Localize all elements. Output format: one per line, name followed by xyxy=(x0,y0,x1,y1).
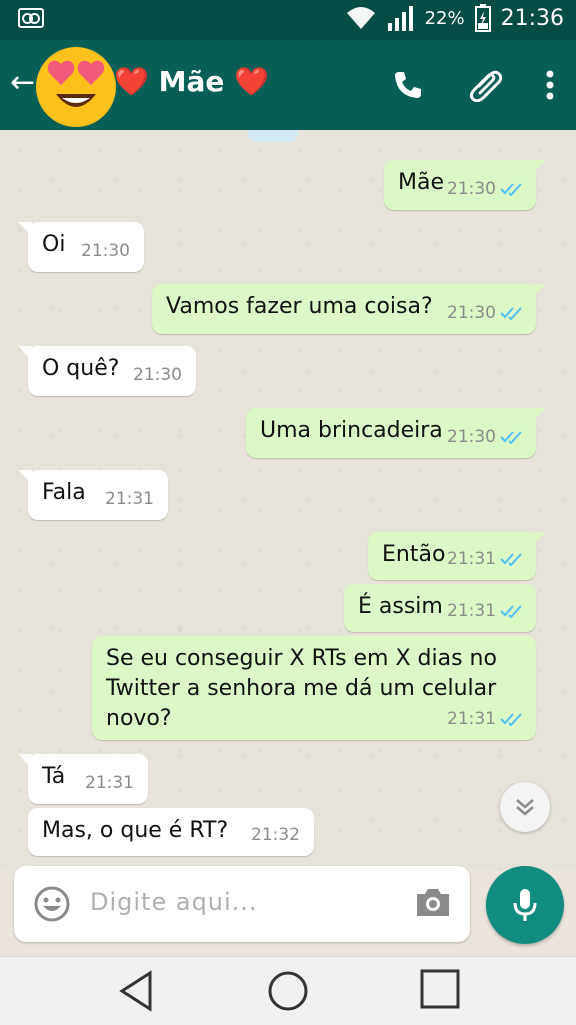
nav-recents-icon[interactable] xyxy=(420,969,460,1009)
emoji-icon[interactable] xyxy=(34,886,70,922)
wifi-icon xyxy=(346,7,375,29)
message-time: 21:30 xyxy=(447,298,524,328)
read-ticks-icon xyxy=(500,307,522,320)
message-input-bar[interactable]: Digite aqui... xyxy=(14,866,470,942)
message-bubble-in[interactable]: Mas, o que é RT? 21:32 xyxy=(28,808,314,856)
phone-icon[interactable] xyxy=(392,69,424,101)
message-time: 21:31 xyxy=(85,773,134,793)
signal-icon xyxy=(387,6,413,31)
chat-header: ← ❤️ Mãe ❤️ xyxy=(0,40,576,130)
message-input-placeholder[interactable]: Digite aqui... xyxy=(90,888,258,916)
header-actions xyxy=(392,68,554,102)
message-time: 21:31 xyxy=(105,489,154,509)
message-time: 21:30 xyxy=(447,174,524,204)
message-time: 21:30 xyxy=(133,365,182,385)
message-time: 21:31 xyxy=(447,544,524,574)
status-right: 22% 21:36 xyxy=(345,4,564,32)
message-bubble-out[interactable]: Vamos fazer uma coisa? 21:30 xyxy=(152,284,546,334)
message-time: 21:30 xyxy=(81,241,130,261)
paperclip-icon[interactable] xyxy=(468,68,502,102)
read-ticks-icon xyxy=(500,605,522,618)
mic-button[interactable] xyxy=(486,866,564,944)
message-bubble-in[interactable]: Tá 21:31 xyxy=(18,754,148,804)
double-chevron-down-icon xyxy=(516,799,534,816)
read-ticks-icon xyxy=(500,431,522,444)
date-chip xyxy=(248,130,298,142)
battery-icon xyxy=(474,4,491,32)
read-ticks-icon xyxy=(500,553,522,566)
camera-icon[interactable] xyxy=(414,886,452,918)
chat-title[interactable]: ❤️ Mãe ❤️ xyxy=(114,62,269,102)
message-time: 21:31 xyxy=(447,596,524,626)
more-vert-icon[interactable] xyxy=(546,70,554,100)
message-bubble-in[interactable]: Oi 21:30 xyxy=(18,222,144,272)
nav-home-icon[interactable] xyxy=(266,969,310,1013)
battery-percent: 22% xyxy=(424,7,465,29)
message-bubble-out[interactable]: Então 21:31 xyxy=(368,532,546,580)
scroll-to-bottom-button[interactable] xyxy=(500,782,550,832)
message-time: 21:31 xyxy=(447,704,524,734)
clock: 21:36 xyxy=(500,5,564,31)
mic-icon xyxy=(513,889,537,921)
status-bar: 22% 21:36 xyxy=(0,0,576,40)
read-ticks-icon xyxy=(500,183,522,196)
message-time: 21:32 xyxy=(251,825,300,845)
message-bubble-out[interactable]: Uma brincadeira 21:30 xyxy=(246,408,546,458)
nav-back-icon[interactable] xyxy=(116,969,156,1013)
read-ticks-icon xyxy=(500,713,522,726)
message-bubble-out[interactable]: Se eu conseguir X RTs em X dias no Twitt… xyxy=(92,636,536,740)
android-navigation-bar xyxy=(0,956,576,1025)
voicemail-icon xyxy=(18,8,44,28)
message-bubble-out[interactable]: Mãe 21:30 xyxy=(384,160,546,210)
heart-eyes-emoji-avatar[interactable] xyxy=(30,42,122,128)
message-bubble-in[interactable]: Fala 21:31 xyxy=(18,470,168,520)
message-bubble-out[interactable]: É assim 21:31 xyxy=(344,584,536,632)
message-time: 21:30 xyxy=(447,422,524,452)
message-bubble-in[interactable]: O quê? 21:30 xyxy=(18,346,196,396)
